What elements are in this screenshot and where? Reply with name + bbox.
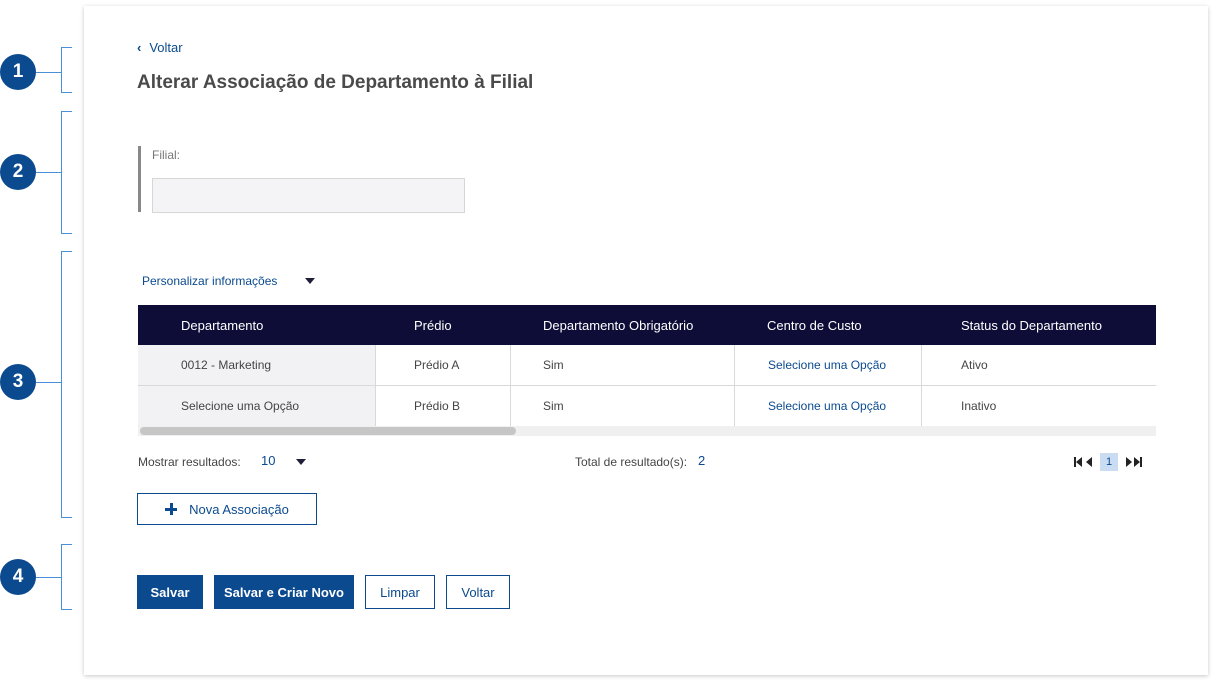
last-page-icon[interactable] xyxy=(1134,453,1144,471)
cell-text: Prédio A xyxy=(414,358,460,372)
table-cell: Ativo xyxy=(921,345,1156,385)
show-results-select[interactable]: 10 xyxy=(261,453,275,468)
column-header-obrigatorio[interactable]: Departamento Obrigatório xyxy=(543,305,693,345)
pagination: 1 xyxy=(1074,453,1144,471)
first-page-icon[interactable] xyxy=(1074,453,1084,471)
cell-text: Inativo xyxy=(961,399,997,413)
annotation-bracket xyxy=(61,544,72,610)
caret-down-icon xyxy=(305,278,316,284)
annotation-connector xyxy=(36,382,61,383)
table-row[interactable]: Selecione uma Opção Prédio B Sim Selecio… xyxy=(138,386,1156,427)
table-cell: Sim xyxy=(510,345,734,385)
table-header: Departamento Prédio Departamento Obrigat… xyxy=(138,305,1156,345)
filial-input[interactable] xyxy=(152,178,465,213)
cell-text: Prédio B xyxy=(414,399,461,413)
field-indicator-bar xyxy=(138,146,141,212)
cell-text: Sim xyxy=(543,399,564,413)
total-results-value: 2 xyxy=(698,453,706,468)
page-title: Alterar Associação de Departamento à Fil… xyxy=(137,72,534,93)
annotation-marker-2: 2 xyxy=(0,154,36,190)
cell-text: Selecione uma Opção xyxy=(768,399,887,413)
annotation-marker-1: 1 xyxy=(0,54,36,90)
column-header-status[interactable]: Status do Departamento xyxy=(961,305,1102,345)
cell-text: Selecione uma Opção xyxy=(181,399,300,413)
save-and-new-button[interactable]: Salvar e Criar Novo xyxy=(214,575,354,609)
filial-label: Filial: xyxy=(152,148,181,162)
scrollbar-thumb[interactable] xyxy=(140,427,516,435)
table-cell: Prédio A xyxy=(375,345,510,385)
horizontal-scrollbar[interactable] xyxy=(138,426,1156,436)
back-link-label: Voltar xyxy=(149,40,183,55)
show-results-label: Mostrar resultados: xyxy=(138,455,241,469)
annotation-connector xyxy=(36,172,61,173)
cell-text: 0012 - Marketing xyxy=(181,358,272,372)
table-cell-select[interactable]: Selecione uma Opção xyxy=(734,386,921,426)
back-link[interactable]: ‹ Voltar xyxy=(137,40,183,55)
plus-icon xyxy=(165,503,178,515)
back-button[interactable]: Voltar xyxy=(446,575,510,609)
column-header-departamento[interactable]: Departamento xyxy=(181,305,263,345)
annotation-connector xyxy=(36,577,61,578)
table-cell: Prédio B xyxy=(375,386,510,426)
column-header-centro-custo[interactable]: Centro de Custo xyxy=(767,305,862,345)
cell-text: Sim xyxy=(543,358,564,372)
table-row[interactable]: 0012 - Marketing Prédio A Sim Selecione … xyxy=(138,345,1156,386)
table-cell[interactable]: 0012 - Marketing xyxy=(138,345,375,385)
new-association-label: Nova Associação xyxy=(189,501,289,517)
customize-info-label: Personalizar informações xyxy=(142,274,278,288)
table-cell: Inativo xyxy=(921,386,1156,426)
annotation-bracket xyxy=(61,251,72,518)
annotation-connector xyxy=(36,72,61,73)
cell-text: Ativo xyxy=(961,358,988,372)
chevron-left-icon: ‹ xyxy=(137,40,142,55)
page-number-current[interactable]: 1 xyxy=(1100,453,1118,471)
table-cell-select[interactable]: Selecione uma Opção xyxy=(138,386,375,426)
clear-button[interactable]: Limpar xyxy=(365,575,435,609)
annotation-bracket xyxy=(61,111,72,234)
column-header-predio[interactable]: Prédio xyxy=(414,305,452,345)
annotation-bracket xyxy=(61,47,72,93)
annotation-marker-4: 4 xyxy=(0,559,36,595)
prev-page-icon[interactable] xyxy=(1084,453,1094,471)
cell-text: Selecione uma Opção xyxy=(768,358,887,372)
annotation-marker-3: 3 xyxy=(0,364,36,400)
table-cell-select[interactable]: Selecione uma Opção xyxy=(734,345,921,385)
main-card: ‹ Voltar Alterar Associação de Departame… xyxy=(84,6,1208,675)
total-results-label: Total de resultado(s): xyxy=(575,455,688,469)
customize-info-toggle[interactable]: Personalizar informações xyxy=(142,274,316,288)
departments-table: Departamento Prédio Departamento Obrigat… xyxy=(138,305,1156,437)
new-association-button[interactable]: Nova Associação xyxy=(137,493,317,525)
table-cell: Sim xyxy=(510,386,734,426)
caret-down-icon[interactable] xyxy=(296,459,306,465)
next-page-icon[interactable] xyxy=(1124,453,1134,471)
save-button[interactable]: Salvar xyxy=(137,575,203,609)
